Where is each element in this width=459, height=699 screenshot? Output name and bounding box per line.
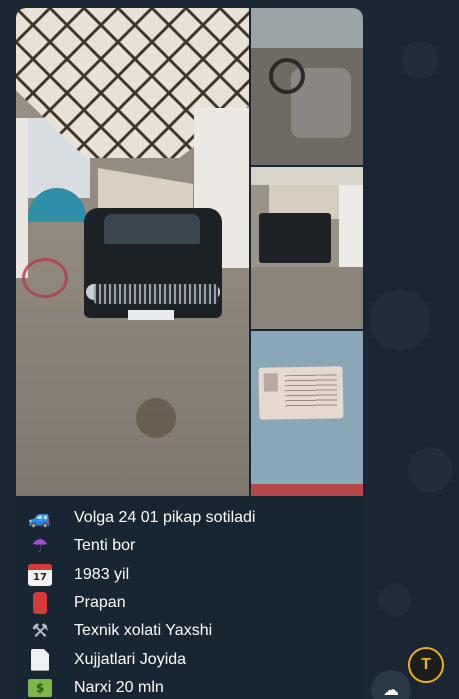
caption-text: Narxi 20 mln xyxy=(74,678,164,696)
calendar-icon-wrap: 17 xyxy=(26,563,54,587)
message-bubble[interactable]: 🚙 Volga 24 01 pikap sotiladi ☂ Tenti bor… xyxy=(16,8,363,699)
bicycle xyxy=(22,258,68,298)
message-text: 🚙 Volga 24 01 pikap sotiladi ☂ Tenti bor… xyxy=(16,504,363,699)
caption-line: ☂ Tenti bor xyxy=(26,532,353,560)
registration-card xyxy=(258,366,344,420)
caption-line: $ Narxi 20 mln xyxy=(26,674,353,699)
document-icon xyxy=(31,648,49,671)
garage-ceiling xyxy=(251,167,363,185)
license-plate xyxy=(128,310,174,320)
fire-extinguisher-icon xyxy=(33,592,47,615)
photo-document[interactable] xyxy=(251,331,363,496)
caption-line: ⚒ Texnik xolati Yaxshi xyxy=(26,617,353,645)
caption-text: 1983 yil xyxy=(74,565,130,583)
caption-text: Tenti bor xyxy=(74,537,136,555)
car-windshield xyxy=(104,214,200,244)
caption-text: Prapan xyxy=(74,594,126,612)
caption-line: Xujjatlari Joyida xyxy=(26,645,353,673)
door-frame xyxy=(251,8,363,48)
caption-line: Prapan xyxy=(26,589,353,617)
garage-wall xyxy=(339,185,363,275)
truck-awning xyxy=(98,168,193,208)
red-strip xyxy=(251,484,363,496)
floor-stain xyxy=(136,398,176,438)
calendar-icon: 17 xyxy=(28,563,52,586)
car-grille xyxy=(94,284,218,304)
photo-interior[interactable] xyxy=(251,8,363,165)
caption-text: Xujjatlari Joyida xyxy=(74,650,187,668)
tools-icon: ⚒ xyxy=(31,619,49,642)
forward-button[interactable]: T xyxy=(408,647,444,683)
caption-text: Texnik xolati Yaxshi xyxy=(74,622,213,640)
caption-line: 17 1983 yil xyxy=(26,561,353,589)
pickup-truck-icon: 🚙 xyxy=(28,506,52,529)
caption-line: 🚙 Volga 24 01 pikap sotiladi xyxy=(26,504,353,532)
steering-wheel xyxy=(269,58,305,94)
garage-floor xyxy=(251,267,363,329)
photo-rear[interactable] xyxy=(251,167,363,329)
caption-text: Volga 24 01 pikap sotiladi xyxy=(74,509,256,527)
pickup-rear xyxy=(259,213,331,263)
photo-garage-front[interactable] xyxy=(16,8,249,496)
money-icon: $ xyxy=(28,678,52,697)
fire-extinguisher-icon-wrap xyxy=(26,591,54,615)
document-icon-wrap xyxy=(26,648,54,672)
garage-pillar xyxy=(16,118,28,278)
umbrella-icon: ☂ xyxy=(31,534,49,557)
money-icon-wrap: $ xyxy=(26,676,54,699)
